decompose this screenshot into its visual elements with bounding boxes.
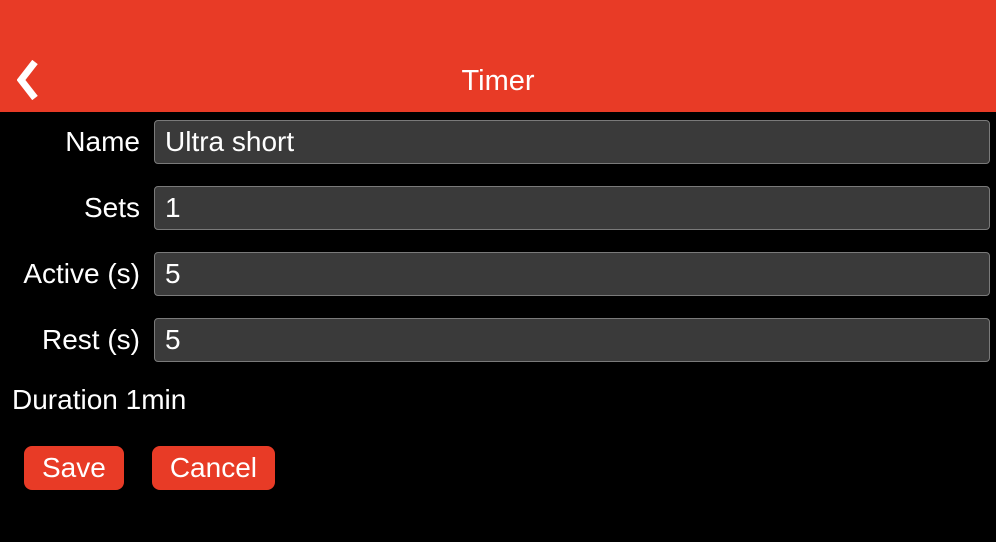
button-row: Save Cancel — [6, 446, 990, 490]
duration-value: 1min — [126, 384, 187, 415]
timer-form: Name Sets Active (s) Rest (s) Duration 1… — [0, 112, 996, 490]
rest-label: Rest (s) — [6, 324, 154, 356]
rest-row: Rest (s) — [6, 318, 990, 362]
sets-label: Sets — [6, 192, 154, 224]
save-button[interactable]: Save — [24, 446, 124, 490]
header: Timer — [0, 0, 996, 112]
cancel-button[interactable]: Cancel — [152, 446, 275, 490]
sets-row: Sets — [6, 186, 990, 230]
page-title: Timer — [461, 65, 534, 98]
active-label: Active (s) — [6, 258, 154, 290]
active-input[interactable] — [154, 252, 990, 296]
chevron-left-icon — [17, 60, 39, 100]
sets-input[interactable] — [154, 186, 990, 230]
name-row: Name — [6, 120, 990, 164]
back-button[interactable] — [14, 58, 42, 102]
name-input[interactable] — [154, 120, 990, 164]
duration-label: Duration — [12, 384, 118, 415]
active-row: Active (s) — [6, 252, 990, 296]
name-label: Name — [6, 126, 154, 158]
rest-input[interactable] — [154, 318, 990, 362]
duration-display: Duration 1min — [6, 384, 990, 416]
